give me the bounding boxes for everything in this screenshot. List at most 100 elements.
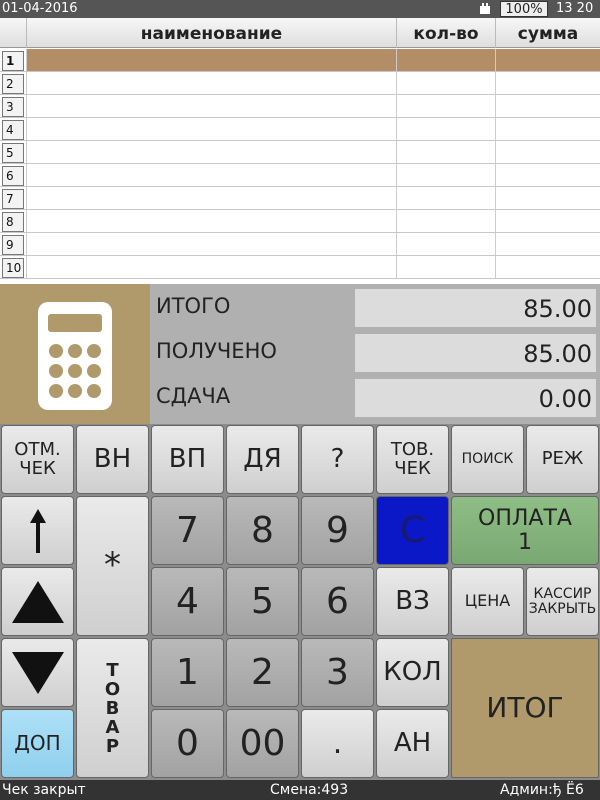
table-row[interactable]: 2	[0, 72, 600, 95]
table-row[interactable]: 7	[0, 187, 600, 210]
goods-letter: О	[104, 678, 121, 700]
payment-button[interactable]: ОПЛАТА 1	[451, 496, 599, 565]
table-row[interactable]: 9	[0, 233, 600, 256]
table-row[interactable]: 5	[0, 141, 600, 164]
digit-3-button[interactable]: 3	[301, 638, 374, 707]
dya-button[interactable]: ДЯ	[226, 425, 299, 494]
table-header: наименование кол-во сумма	[0, 18, 600, 48]
plug-icon	[480, 3, 490, 14]
row-sum-cell	[495, 233, 600, 255]
row-number: 2	[2, 74, 24, 94]
status-date: 01-04-2016	[2, 1, 78, 16]
quantity-button[interactable]: КОЛ	[376, 638, 449, 707]
row-name-cell	[26, 187, 396, 209]
row-quantity-cell	[396, 141, 495, 163]
row-quantity-cell	[396, 72, 495, 94]
decimal-point-button[interactable]: .	[301, 709, 374, 778]
row-sum-cell	[495, 49, 600, 71]
row-sum-cell	[495, 95, 600, 117]
digit-4-button[interactable]: 4	[151, 567, 224, 636]
scroll-down-button[interactable]	[1, 638, 74, 707]
digit-9-button[interactable]: 9	[301, 496, 374, 565]
clear-button[interactable]: С	[376, 496, 449, 565]
cancel-check-button[interactable]: ОТМ. ЧЕК	[1, 425, 74, 494]
total-label: ИТОГО	[156, 294, 231, 318]
column-header-name: наименование	[26, 18, 396, 48]
cursor-up-button[interactable]	[1, 496, 74, 565]
column-header-quantity: кол-во	[396, 18, 495, 48]
digit-2-button[interactable]: 2	[226, 638, 299, 707]
row-quantity-cell	[396, 210, 495, 232]
goods-letter: Р	[105, 735, 120, 757]
arrow-up-icon	[29, 508, 46, 553]
row-number: 7	[2, 189, 24, 209]
row-number: 5	[2, 143, 24, 163]
row-number: 10	[2, 258, 24, 278]
table-row[interactable]: 6	[0, 164, 600, 187]
row-quantity-cell	[396, 164, 495, 186]
goods-check-button[interactable]: ТОВ. ЧЕК	[376, 425, 449, 494]
row-number: 1	[2, 51, 24, 71]
digit-0-button[interactable]: 0	[151, 709, 224, 778]
totals-panel: ИТОГО 85.00 ПОЛУЧЕНО 85.00 СДАЧА 0.00	[0, 284, 600, 424]
cancel-check-button-label: ОТМ. ЧЕК	[14, 438, 61, 479]
column-header-number	[0, 18, 26, 48]
total-button[interactable]: ИТОГ	[451, 638, 599, 778]
table-row[interactable]: 10	[0, 256, 600, 279]
scroll-up-button[interactable]	[1, 567, 74, 636]
pos-screen: 01-04-2016 100% 13 20 наименование кол-в…	[0, 0, 600, 800]
row-name-cell	[26, 49, 396, 71]
digit-5-button[interactable]: 5	[226, 567, 299, 636]
close-cashier-button[interactable]: КАССИР ЗАКРЫТЬ	[526, 567, 599, 636]
row-quantity-cell	[396, 187, 495, 209]
row-number: 4	[2, 120, 24, 140]
receipt-table: наименование кол-во сумма 1 2 3 4 5 6 7 8 9 10	[0, 18, 600, 284]
additional-button[interactable]: ДОП	[1, 709, 74, 778]
row-name-cell	[26, 233, 396, 255]
an-button[interactable]: АН	[376, 709, 449, 778]
goods-letter: А	[105, 716, 120, 738]
triangle-down-icon	[11, 651, 64, 694]
mode-button[interactable]: РЕЖ	[526, 425, 599, 494]
keypad: ОТМ. ЧЕК ВН ВП ДЯ ? ТОВ. ЧЕК ПОИСК РЕЖ * 7…	[0, 424, 600, 780]
digit-1-button[interactable]: 1	[151, 638, 224, 707]
row-sum-cell	[495, 210, 600, 232]
price-button[interactable]: ЦЕНА	[451, 567, 524, 636]
digit-6-button[interactable]: 6	[301, 567, 374, 636]
check-status: Чек закрыт	[2, 782, 86, 798]
vp-button[interactable]: ВП	[151, 425, 224, 494]
search-button[interactable]: ПОИСК	[451, 425, 524, 494]
return-button[interactable]: ВЗ	[376, 567, 449, 636]
table-row[interactable]: 3	[0, 95, 600, 118]
table-row[interactable]: 1	[0, 49, 600, 72]
status-time: 13 20	[556, 1, 594, 16]
digit-8-button[interactable]: 8	[226, 496, 299, 565]
row-quantity-cell	[396, 95, 495, 117]
digit-7-button[interactable]: 7	[151, 496, 224, 565]
calculator-icon	[38, 302, 112, 410]
row-name-cell	[26, 72, 396, 94]
change-value: 0.00	[355, 379, 596, 417]
row-quantity-cell	[396, 49, 495, 71]
row-name-cell	[26, 256, 396, 278]
row-sum-cell	[495, 141, 600, 163]
goods-button[interactable]: ТОВАР	[76, 638, 149, 778]
row-sum-cell	[495, 72, 600, 94]
goods-check-button-label: ТОВ. ЧЕК	[390, 438, 435, 479]
row-quantity-cell	[396, 118, 495, 140]
table-row[interactable]: 4	[0, 118, 600, 141]
row-quantity-cell	[396, 256, 495, 278]
question-button[interactable]: ?	[301, 425, 374, 494]
vn-button[interactable]: ВН	[76, 425, 149, 494]
row-number: 9	[2, 235, 24, 255]
battery-level: 100%	[500, 1, 548, 17]
goods-letter: В	[105, 697, 120, 719]
table-row[interactable]: 8	[0, 210, 600, 233]
row-name-cell	[26, 118, 396, 140]
calculator-panel[interactable]	[0, 284, 150, 424]
received-value: 85.00	[355, 334, 596, 372]
admin-user: Админ:ђ Ё6	[500, 782, 584, 798]
row-number: 8	[2, 212, 24, 232]
double-zero-button[interactable]: 00	[226, 709, 299, 778]
multiply-button[interactable]: *	[76, 496, 149, 636]
